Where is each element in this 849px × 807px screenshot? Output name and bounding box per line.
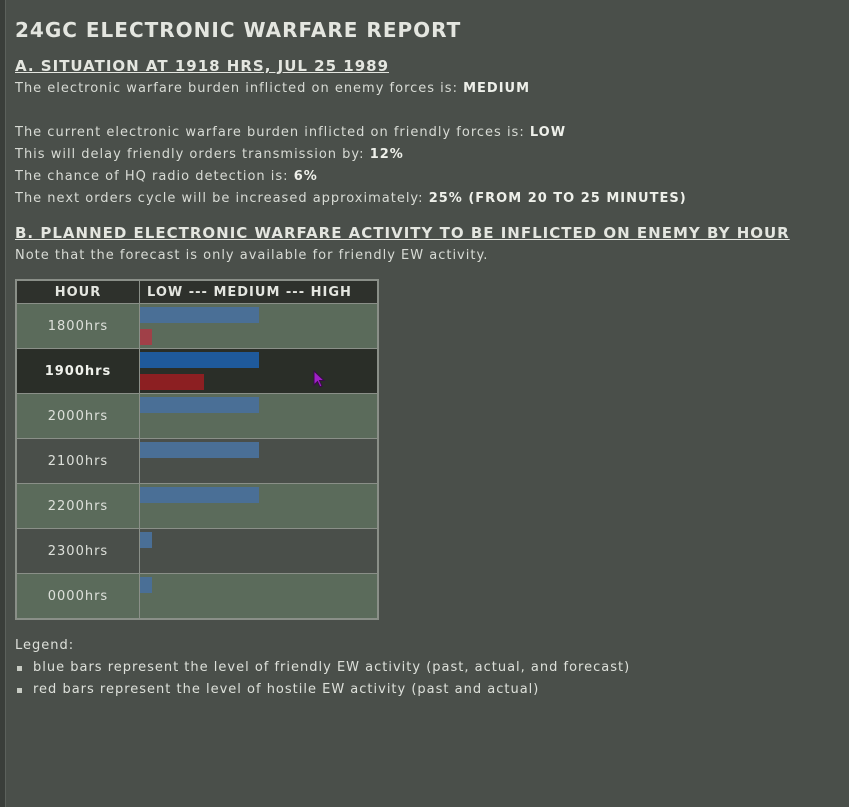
friendly-ew-bar <box>140 442 259 458</box>
legend-text-hostile: red bars represent the level of hostile … <box>33 682 540 697</box>
hostile-ew-bar <box>140 374 204 390</box>
table-body: 1800hrs 1900hrs 2000hrs 2100hrs 2200hrs 2300h… <box>15 303 379 620</box>
bullet-icon <box>17 688 22 693</box>
friendly-ew-bar <box>140 532 152 548</box>
hostile-ew-bar <box>140 329 152 345</box>
activity-bar-cell <box>139 438 379 484</box>
friendly-ew-bar <box>140 307 259 323</box>
table-row[interactable]: 1800hrs <box>15 303 379 349</box>
friendly-ew-bar <box>140 487 259 503</box>
bullet-icon <box>17 666 22 671</box>
hour-cell: 1900hrs <box>15 348 140 394</box>
delay-line: This will delay friendly orders transmis… <box>15 147 404 162</box>
hour-column-header: HOUR <box>15 279 140 304</box>
orders-cycle-value: 25% (FROM 20 TO 25 MINUTES) <box>428 191 687 206</box>
legend-title: Legend: <box>15 638 75 653</box>
table-row[interactable]: 2300hrs <box>15 528 379 574</box>
forecast-note: Note that the forecast is only available… <box>15 248 489 263</box>
activity-bar-cell <box>139 483 379 529</box>
friendly-ew-bar <box>140 352 259 368</box>
friendly-burden-label: The current electronic warfare burden in… <box>15 125 525 140</box>
hour-cell: 1800hrs <box>15 303 140 349</box>
hour-cell: 2000hrs <box>15 393 140 439</box>
legend-text-friendly: blue bars represent the level of friendl… <box>33 660 631 675</box>
activity-bar-cell <box>139 573 379 620</box>
table-row[interactable]: 2000hrs <box>15 393 379 439</box>
friendly-ew-bar <box>140 577 152 593</box>
orders-cycle-line: The next orders cycle will be increased … <box>15 191 687 206</box>
detection-label: The chance of HQ radio detection is: <box>15 169 289 184</box>
hour-cell: 2200hrs <box>15 483 140 529</box>
friendly-ew-bar <box>140 397 259 413</box>
activity-bar-cell <box>139 348 379 394</box>
delay-label: This will delay friendly orders transmis… <box>15 147 365 162</box>
enemy-burden-label: The electronic warfare burden inflicted … <box>15 81 458 96</box>
friendly-burden-value: LOW <box>529 125 567 140</box>
enemy-burden-value: MEDIUM <box>463 81 531 96</box>
activity-bar-cell <box>139 528 379 574</box>
enemy-burden-line: The electronic warfare burden inflicted … <box>15 81 530 96</box>
ew-activity-table: HOUR LOW --- MEDIUM --- HIGH 1800hrs 1900… <box>15 279 379 620</box>
activity-bar-cell <box>139 393 379 439</box>
level-column-header: LOW --- MEDIUM --- HIGH <box>139 279 379 304</box>
left-border <box>0 0 6 807</box>
mouse-cursor-icon <box>313 370 326 388</box>
detection-line: The chance of HQ radio detection is: 6% <box>15 169 318 184</box>
section-a-heading: A. SITUATION AT 1918 HRS, JUL 25 1989 <box>15 57 390 75</box>
table-row[interactable]: 2200hrs <box>15 483 379 529</box>
activity-bar-cell <box>139 303 379 349</box>
hour-cell: 0000hrs <box>15 573 140 620</box>
legend-item-friendly: blue bars represent the level of friendl… <box>15 660 630 682</box>
orders-cycle-label: The next orders cycle will be increased … <box>15 191 424 206</box>
table-header-row: HOUR LOW --- MEDIUM --- HIGH <box>15 279 379 304</box>
friendly-burden-line: The current electronic warfare burden in… <box>15 125 566 140</box>
section-b-heading: B. PLANNED ELECTRONIC WARFARE ACTIVITY T… <box>15 224 790 242</box>
hour-cell: 2300hrs <box>15 528 140 574</box>
table-row[interactable]: 0000hrs <box>15 573 379 620</box>
detection-value: 6% <box>293 169 318 184</box>
hour-cell: 2100hrs <box>15 438 140 484</box>
legend-item-hostile: red bars represent the level of hostile … <box>15 682 630 704</box>
delay-value: 12% <box>369 147 404 162</box>
table-row[interactable]: 2100hrs <box>15 438 379 484</box>
legend-list: blue bars represent the level of friendl… <box>15 660 630 704</box>
report-title: 24GC ELECTRONIC WARFARE REPORT <box>15 18 462 42</box>
